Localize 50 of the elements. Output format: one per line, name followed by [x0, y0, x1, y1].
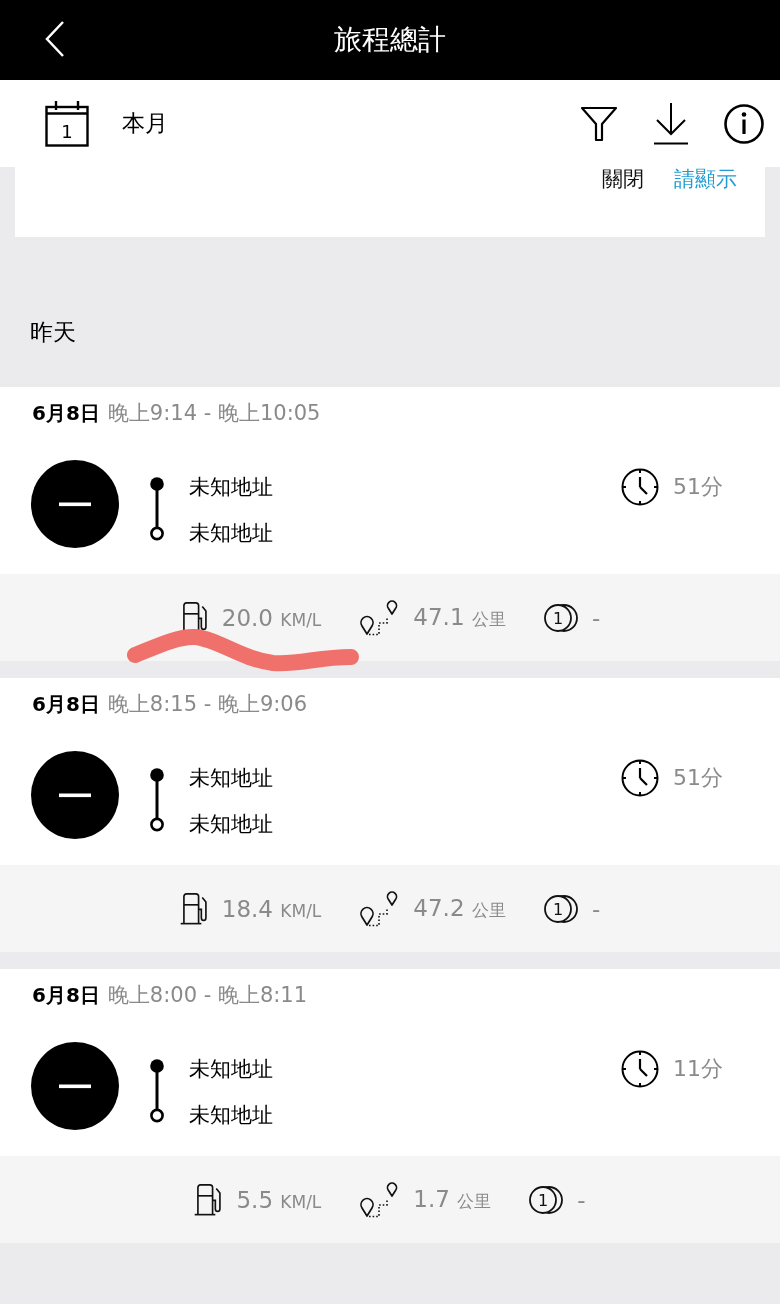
start-address: 未知地址 — [189, 765, 273, 791]
info-icon[interactable] — [724, 103, 764, 144]
end-address: 未知地址 — [189, 1102, 273, 1128]
dash-circle-icon — [31, 1042, 119, 1130]
cost-text: - — [577, 1186, 586, 1213]
cost-text: - — [591, 895, 601, 922]
trip-time: 晚上9:14 - 晚上10:05 — [107, 400, 321, 427]
route-pins-icon — [359, 890, 400, 927]
start-address: 未知地址 — [189, 474, 273, 500]
dash-circle-icon — [31, 460, 119, 548]
distance-text: 1.7 公里 — [413, 1186, 492, 1213]
duration-text: 11分 — [673, 1055, 723, 1083]
trip-date: 6月8日 — [32, 691, 100, 718]
section-heading: 昨天 — [30, 317, 76, 347]
download-icon[interactable] — [653, 102, 689, 145]
page-title: 旅程總計 — [334, 22, 446, 58]
cost-text: - — [591, 604, 601, 631]
clock-icon — [621, 759, 659, 797]
chevron-left-icon — [44, 20, 66, 58]
trip-date: 6月8日 — [32, 400, 100, 427]
trip-date: 6月8日 — [32, 982, 100, 1009]
fuel-economy-text: 18.4 KM/L — [221, 895, 322, 922]
route-line-icon — [149, 477, 165, 541]
clock-icon — [621, 468, 659, 506]
clock-icon — [621, 1050, 659, 1088]
trip-card[interactable]: 6月8日 晚上8:15 - 晚上9:06 未知地址 未知地址 51分 18.4 KM/L 47.2 公里 1 - — [0, 678, 780, 952]
distance-text: 47.2 公里 — [413, 895, 506, 922]
route-line-icon — [149, 768, 165, 832]
route-pins-icon — [359, 1181, 400, 1218]
fuel-pump-icon — [194, 1183, 223, 1216]
route-pins-icon — [359, 599, 400, 636]
filter-icon[interactable] — [580, 105, 618, 142]
trip-card[interactable]: 6月8日 晚上8:00 - 晚上8:11 未知地址 未知地址 11分 5.5 KM/L 1.7 公里 1 - — [0, 969, 780, 1243]
end-address: 未知地址 — [189, 520, 273, 546]
period-label[interactable]: 本月 — [122, 108, 168, 139]
close-button[interactable]: 關閉 — [602, 167, 644, 191]
fuel-economy-text: 20.0 KM/L — [221, 604, 322, 631]
distance-text: 47.1 公里 — [413, 604, 506, 631]
trip-time: 晚上8:00 - 晚上8:11 — [107, 982, 308, 1009]
fuel-economy-text: 5.5 KM/L — [236, 1186, 322, 1213]
duration-text: 51分 — [673, 473, 723, 501]
duration-text: 51分 — [673, 764, 723, 792]
dash-circle-icon — [31, 751, 119, 839]
back-button[interactable] — [44, 20, 66, 58]
fuel-pump-icon — [179, 892, 208, 925]
end-address: 未知地址 — [189, 811, 273, 837]
start-address: 未知地址 — [189, 1056, 273, 1082]
trip-card[interactable]: 6月8日 晚上9:14 - 晚上10:05 未知地址 未知地址 51分 20.0 KM/L 47.1 公里 1 - — [0, 387, 780, 661]
trip-time: 晚上8:15 - 晚上9:06 — [107, 691, 308, 718]
route-line-icon — [149, 1059, 165, 1123]
